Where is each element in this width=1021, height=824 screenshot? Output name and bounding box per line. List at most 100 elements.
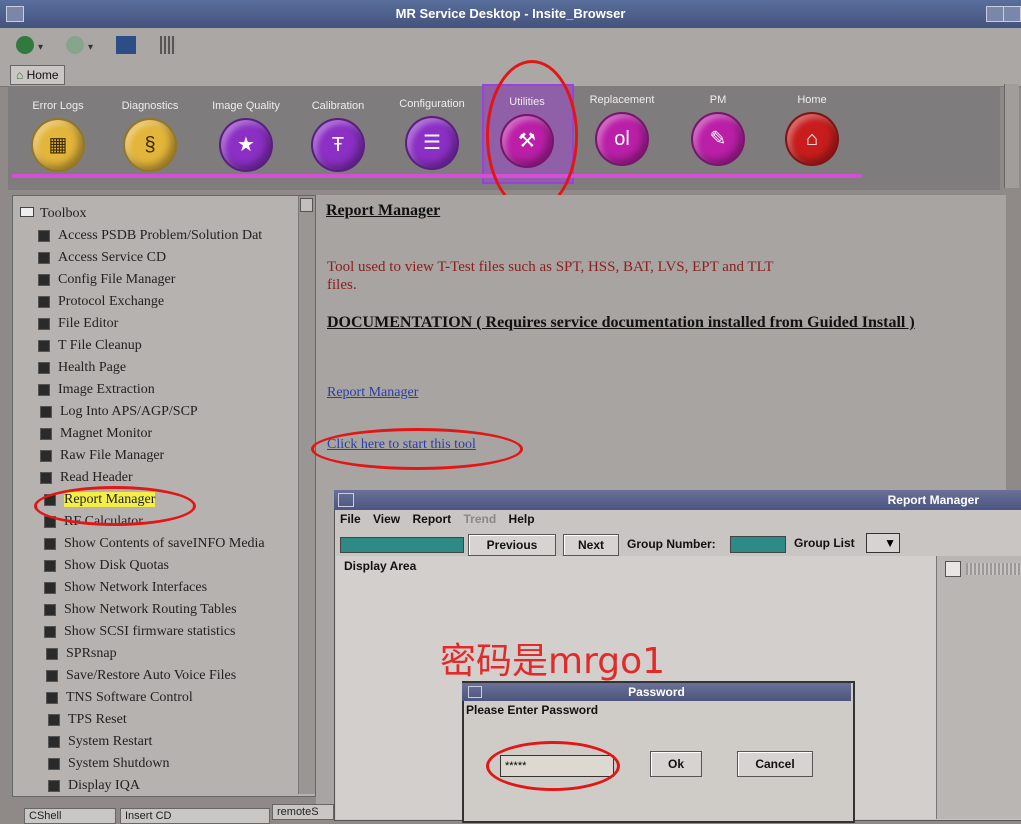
stethoscope-icon: § <box>123 118 177 172</box>
reload-icon[interactable] <box>116 36 136 54</box>
toolbox-item[interactable]: System Shutdown <box>48 756 170 772</box>
toolbox-item-label: Raw File Manager <box>60 448 165 463</box>
documentation-link[interactable]: Report Manager <box>327 385 418 401</box>
tool-bullet-icon <box>40 471 52 484</box>
maximize-button[interactable] <box>1003 6 1021 22</box>
toolbox-item-label: Access PSDB Problem/Solution Dat <box>58 228 263 243</box>
toolbox-item[interactable]: Show Contents of saveINFO Media <box>44 536 265 552</box>
toolbox-item[interactable]: Show Network Routing Tables <box>44 602 237 618</box>
annotation-circle-password <box>486 741 620 791</box>
tool-bullet-icon <box>48 735 60 748</box>
report-side-panel <box>936 556 1021 819</box>
forward-dropdown-icon[interactable]: ▾ <box>88 42 93 53</box>
toolbox-item[interactable]: Health Page <box>38 360 126 376</box>
back-dropdown-icon[interactable]: ▾ <box>38 42 43 53</box>
tool-bullet-icon <box>40 405 52 418</box>
toolbox-item-label: Log Into APS/AGP/SCP <box>60 404 198 419</box>
menu-file[interactable]: File <box>340 512 361 526</box>
cancel-button[interactable]: Cancel <box>737 751 813 777</box>
back-icon[interactable] <box>16 36 34 54</box>
calibration-icon: Ŧ <box>311 118 365 172</box>
window-title-bar: MR Service Desktop - Insite_Browser <box>0 0 1021 28</box>
next-button[interactable]: Next <box>563 534 619 556</box>
toolbox-item[interactable]: TNS Software Control <box>46 690 193 706</box>
toolbox-item[interactable]: File Editor <box>38 316 118 332</box>
ribbon-pm[interactable]: PM ✎ <box>676 84 760 166</box>
menu-report[interactable]: Report <box>413 512 452 526</box>
forward-icon[interactable] <box>66 36 84 54</box>
toolbox-item[interactable]: Raw File Manager <box>40 448 164 464</box>
tool-bullet-icon <box>38 273 50 286</box>
report-manager-titlebar: Report Manager <box>334 490 1021 510</box>
tab-cshell[interactable]: CShell <box>24 808 116 824</box>
tool-bullet-icon <box>44 581 56 594</box>
ribbon-error-logs[interactable]: Error Logs ▦ <box>16 90 100 172</box>
group-number-label: Group Number: <box>627 537 716 551</box>
tool-bullet-icon <box>38 229 50 242</box>
ribbon-replacement[interactable]: Replacement ol <box>580 84 664 166</box>
tool-bullet-icon <box>44 603 56 616</box>
ribbon-image-quality-label: Image Quality <box>212 100 280 112</box>
toolbox-item-label: Save/Restore Auto Voice Files <box>66 668 237 683</box>
stop-icon[interactable] <box>160 36 176 54</box>
toolbox-item[interactable]: System Restart <box>48 734 152 750</box>
password-prompt: Please Enter Password <box>466 703 599 717</box>
tool-bullet-icon <box>44 559 56 572</box>
toolbox-item[interactable]: TPS Reset <box>48 712 127 728</box>
toolbox-item-label: Protocol Exchange <box>58 294 165 309</box>
tool-bullet-icon <box>38 361 50 374</box>
ribbon-scrollbar[interactable] <box>1004 84 1019 188</box>
previous-button[interactable]: Previous <box>468 534 556 556</box>
toolbox-root[interactable]: Toolbox <box>20 206 86 222</box>
tool-description: Tool used to view T-Test files such as S… <box>327 259 774 293</box>
toolbox-item[interactable]: Access Service CD <box>38 250 166 266</box>
toolbox-item[interactable]: Save/Restore Auto Voice Files <box>46 668 236 684</box>
toolbox-item-label: Show Disk Quotas <box>64 558 170 573</box>
pm-icon: ✎ <box>691 112 745 166</box>
ribbon-home[interactable]: Home ⌂ <box>770 84 854 166</box>
toolbox-item[interactable]: Access PSDB Problem/Solution Dat <box>38 228 262 244</box>
image-quality-icon: ★ <box>219 118 273 172</box>
group-number-field[interactable] <box>730 536 786 553</box>
toolbox-item[interactable]: Display IQA <box>48 778 140 794</box>
folder-open-icon <box>20 207 34 217</box>
toolbox-scrollbar[interactable] <box>298 196 315 794</box>
toolbox-item[interactable]: SPRsnap <box>46 646 117 662</box>
group-list-dropdown[interactable]: ▼ <box>866 533 900 553</box>
window-menu-button[interactable] <box>6 6 24 22</box>
tab-remote[interactable]: remoteS <box>272 804 334 820</box>
tool-bullet-icon <box>38 251 50 264</box>
scroll-up-arrow-icon[interactable] <box>300 198 313 212</box>
home-bookmark-button[interactable]: ⌂ Home <box>10 65 65 85</box>
toolbox-item-label: Read Header <box>60 470 133 485</box>
report-selector-field[interactable] <box>340 537 464 553</box>
toolbox-item[interactable]: Magnet Monitor <box>40 426 152 442</box>
toolbox-item[interactable]: T File Cleanup <box>38 338 142 354</box>
ribbon-configuration[interactable]: Configuration ☰ <box>390 88 474 170</box>
toolbox-item[interactable]: Show Network Interfaces <box>44 580 207 596</box>
annotation-circle-utilities <box>486 60 578 212</box>
tab-insert-cd[interactable]: Insert CD <box>120 808 270 824</box>
ribbon-calibration[interactable]: Calibration Ŧ <box>296 90 380 172</box>
ribbon-diagnostics[interactable]: Diagnostics § <box>108 90 192 172</box>
toolbox-item-label: Show SCSI firmware statistics <box>64 624 236 639</box>
ribbon-replacement-label: Replacement <box>589 94 655 106</box>
tool-bullet-icon <box>48 713 60 726</box>
menu-view[interactable]: View <box>373 512 400 526</box>
panel-icon[interactable] <box>945 561 961 577</box>
ok-button[interactable]: Ok <box>650 751 702 777</box>
ribbon-calibration-label: Calibration <box>311 100 365 112</box>
toolbox-item[interactable]: Read Header <box>40 470 133 486</box>
minimize-button[interactable] <box>986 6 1004 22</box>
window-menu-icon[interactable] <box>338 493 354 507</box>
toolbox-item[interactable]: Protocol Exchange <box>38 294 164 310</box>
dialog-menu-icon[interactable] <box>468 686 482 698</box>
toolbox-item[interactable]: Image Extraction <box>38 382 155 398</box>
menu-help[interactable]: Help <box>509 512 535 526</box>
toolbox-item-label: TNS Software Control <box>66 690 193 705</box>
toolbox-item[interactable]: Log Into APS/AGP/SCP <box>40 404 198 420</box>
toolbox-item[interactable]: Show Disk Quotas <box>44 558 169 574</box>
ribbon-image-quality[interactable]: Image Quality ★ <box>204 90 288 172</box>
toolbox-item[interactable]: Config File Manager <box>38 272 175 288</box>
toolbox-item[interactable]: Show SCSI firmware statistics <box>44 624 236 640</box>
